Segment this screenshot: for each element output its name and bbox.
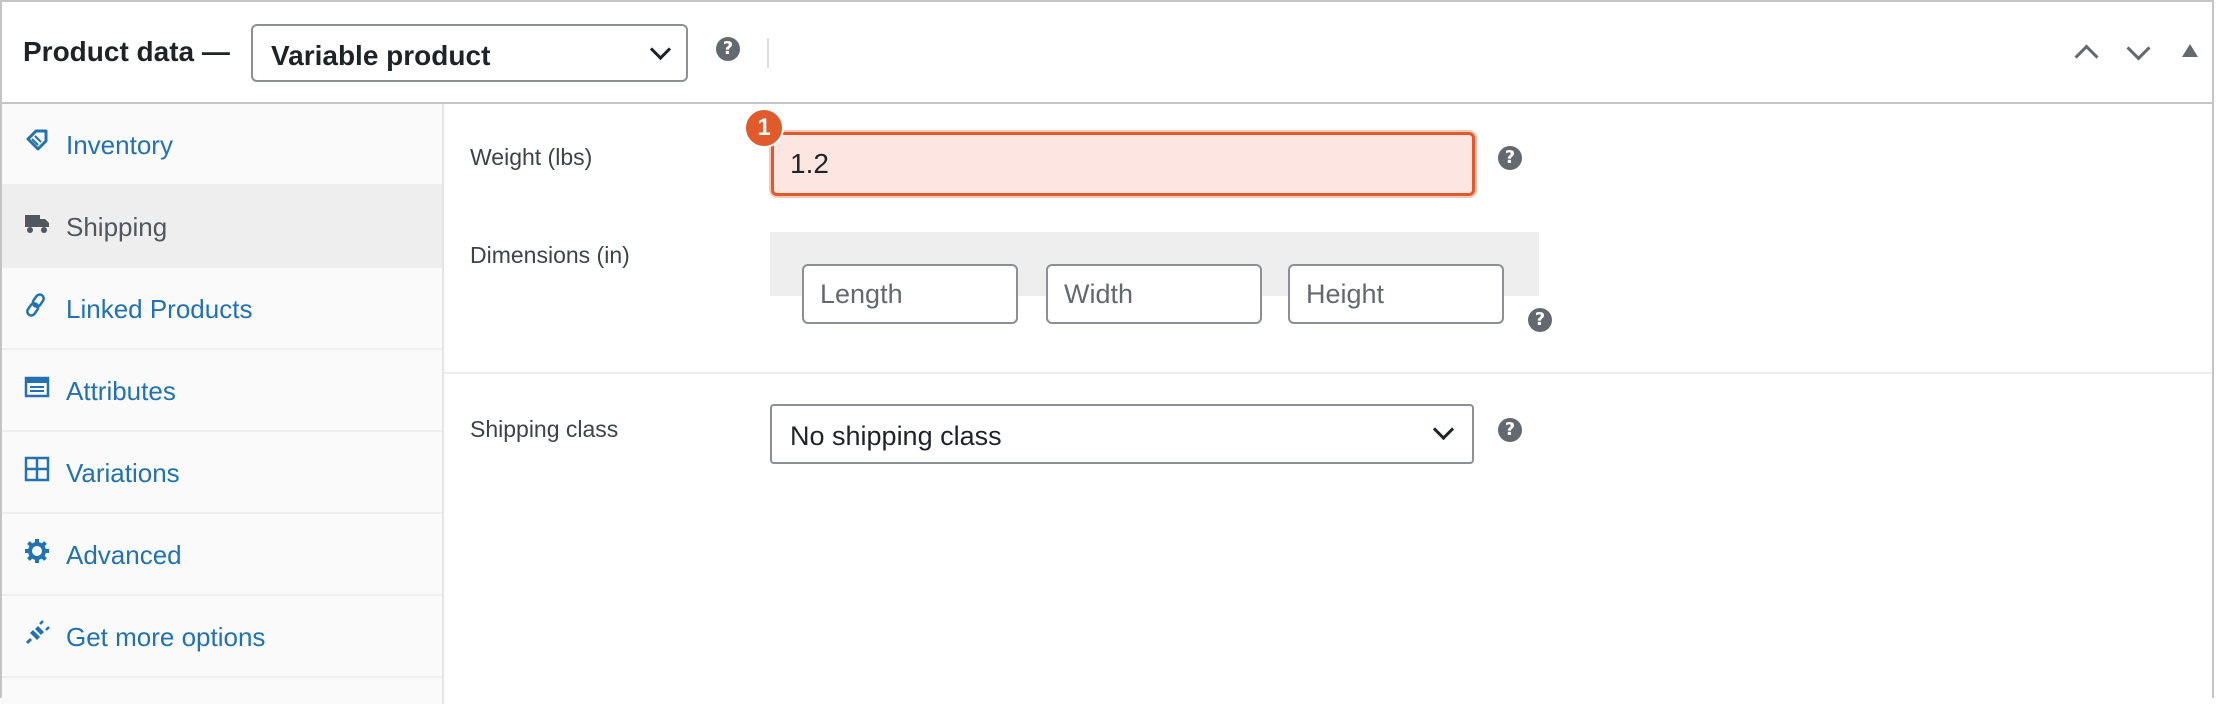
shipping-class-value: No shipping class [790, 421, 1002, 451]
tab-shipping[interactable]: Shipping [2, 186, 442, 268]
tag-icon [26, 129, 48, 151]
step-badge: 1 [744, 108, 784, 148]
shipping-class-select[interactable]: No shipping class [770, 404, 1474, 464]
section-divider [444, 372, 2212, 374]
header-divider [767, 38, 769, 68]
height-input[interactable] [1288, 264, 1504, 324]
tab-label-variations: Variations [66, 458, 180, 488]
chevron-down-icon [1432, 418, 1455, 441]
plug-icon [25, 620, 50, 645]
shipping-class-label: Shipping class [470, 416, 619, 442]
shipping-class-help-icon[interactable]: ? [1498, 418, 1522, 442]
dimensions-label: Dimensions (in) [470, 242, 630, 268]
tab-label-linked-products: Linked Products [66, 294, 253, 324]
shipping-panel: Weight (lbs) 1 ? Dimensions (in) ? Shipp… [444, 104, 2212, 704]
weight-input[interactable] [771, 132, 1475, 196]
tab-linked-products[interactable]: Linked Products [2, 268, 442, 350]
collapse-toggle-icon[interactable] [2182, 44, 2198, 57]
move-down-button[interactable] [2122, 36, 2152, 66]
product-data-tabs: Inventory Shipping Linked Products Attri… [2, 104, 444, 704]
panel-title: Product data — [23, 36, 230, 67]
tab-label-shipping: Shipping [66, 212, 168, 242]
tab-variations[interactable]: Variations [2, 432, 442, 514]
grid-icon [24, 456, 50, 482]
dimensions-help-icon[interactable]: ? [1528, 308, 1552, 332]
product-type-select[interactable]: Variable product [251, 24, 688, 82]
product-data-panel: Product data — Variable product ? Invent… [0, 0, 2214, 704]
tab-label-get-more-options: Get more options [66, 622, 266, 652]
move-up-button[interactable] [2070, 36, 2100, 69]
length-input[interactable] [802, 264, 1018, 324]
weight-label: Weight (lbs) [470, 144, 593, 170]
gear-icon [25, 539, 49, 563]
tab-advanced[interactable]: Advanced [2, 514, 442, 596]
tab-inventory[interactable]: Inventory [2, 104, 442, 186]
truck-icon [25, 215, 49, 233]
chevron-down-icon [649, 38, 672, 61]
list-card-icon [24, 376, 50, 398]
tab-label-advanced: Advanced [66, 540, 182, 570]
tab-attributes[interactable]: Attributes [2, 350, 442, 432]
tab-label-inventory: Inventory [66, 130, 173, 160]
weight-help-icon[interactable]: ? [1498, 146, 1522, 170]
width-input[interactable] [1046, 264, 1262, 324]
tab-get-more-options[interactable]: Get more options [2, 596, 442, 678]
link-icon [26, 293, 45, 317]
panel-header: Product data — Variable product ? [2, 2, 2212, 104]
tab-label-attributes: Attributes [66, 376, 176, 406]
move-up-icon [2074, 44, 2099, 69]
question-circle-icon[interactable]: ? [716, 37, 740, 61]
product-type-value: Variable product [271, 40, 491, 71]
move-down-icon [2126, 36, 2151, 61]
